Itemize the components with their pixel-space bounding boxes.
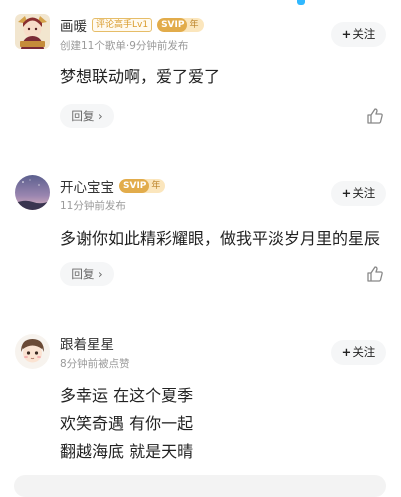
username[interactable]: 开心宝宝 [60, 176, 114, 196]
thumbs-up-icon[interactable] [366, 265, 384, 283]
comment-line: 多幸运 在这个夏季 [60, 386, 194, 405]
comment-line: 欢笑奇遇 有你一起 [60, 414, 194, 433]
scroll-indicator [297, 0, 305, 5]
comment-input-bar[interactable] [14, 475, 386, 497]
follow-button[interactable]: +关注 [331, 181, 386, 206]
svip-badge: SVIP 年 [119, 179, 166, 193]
anime-character-avatar-icon [15, 14, 50, 49]
name-line: 跟着星星 [60, 333, 114, 353]
avatar[interactable] [15, 334, 50, 369]
night-sky-avatar-icon [15, 175, 50, 210]
plus-icon: + [341, 27, 352, 41]
plus-icon: + [341, 186, 352, 200]
username[interactable]: 跟着星星 [60, 333, 114, 353]
comment-line: 多谢你如此精彩耀眼，做我平淡岁月里的星辰 [60, 229, 381, 248]
name-line: 开心宝宝 SVIP 年 [60, 176, 166, 196]
comment-meta: 创建11个歌单·9分钟前发布 [60, 40, 189, 52]
svip-badge: SVIP 年 [157, 18, 204, 32]
reply-button[interactable]: 回复 › [60, 262, 114, 286]
chibi-character-avatar-icon [15, 334, 50, 369]
avatar[interactable] [15, 14, 50, 49]
svip-label: SVIP [157, 18, 188, 32]
follow-button[interactable]: +关注 [331, 340, 386, 365]
follow-label: 关注 [352, 345, 376, 359]
reply-button[interactable]: 回复 › [60, 104, 114, 128]
comment-meta: 8分钟前被点赞 [60, 358, 130, 370]
follow-button[interactable]: +关注 [331, 22, 386, 47]
thumbs-up-icon[interactable] [366, 107, 384, 125]
chevron-right-icon: › [98, 109, 103, 123]
comment-content: 多谢你如此精彩耀眼，做我平淡岁月里的星辰 [60, 225, 380, 253]
follow-label: 关注 [352, 186, 376, 200]
username[interactable]: 画暖 [60, 15, 87, 35]
svip-label: SVIP [119, 179, 150, 193]
comment-content: 多幸运 在这个夏季 欢笑奇遇 有你一起 翻越海底 就是天晴 [60, 382, 193, 466]
svip-year: 年 [189, 20, 199, 30]
reply-label: 回复 [71, 267, 95, 281]
comment-content: 梦想联动啊，爱了爱了 [60, 63, 220, 91]
reply-label: 回复 [71, 109, 95, 123]
level-badge: 评论高手Lv1 [92, 18, 153, 32]
comment-line: 梦想联动啊，爱了爱了 [60, 67, 221, 86]
svip-year: 年 [151, 181, 161, 191]
comment-line: 翻越海底 就是天晴 [60, 442, 194, 461]
avatar[interactable] [15, 175, 50, 210]
follow-label: 关注 [352, 27, 376, 41]
comment-meta: 11分钟前发布 [60, 200, 126, 212]
name-line: 画暖 评论高手Lv1 SVIP 年 [60, 15, 204, 35]
chevron-right-icon: › [98, 267, 103, 281]
plus-icon: + [341, 345, 352, 359]
